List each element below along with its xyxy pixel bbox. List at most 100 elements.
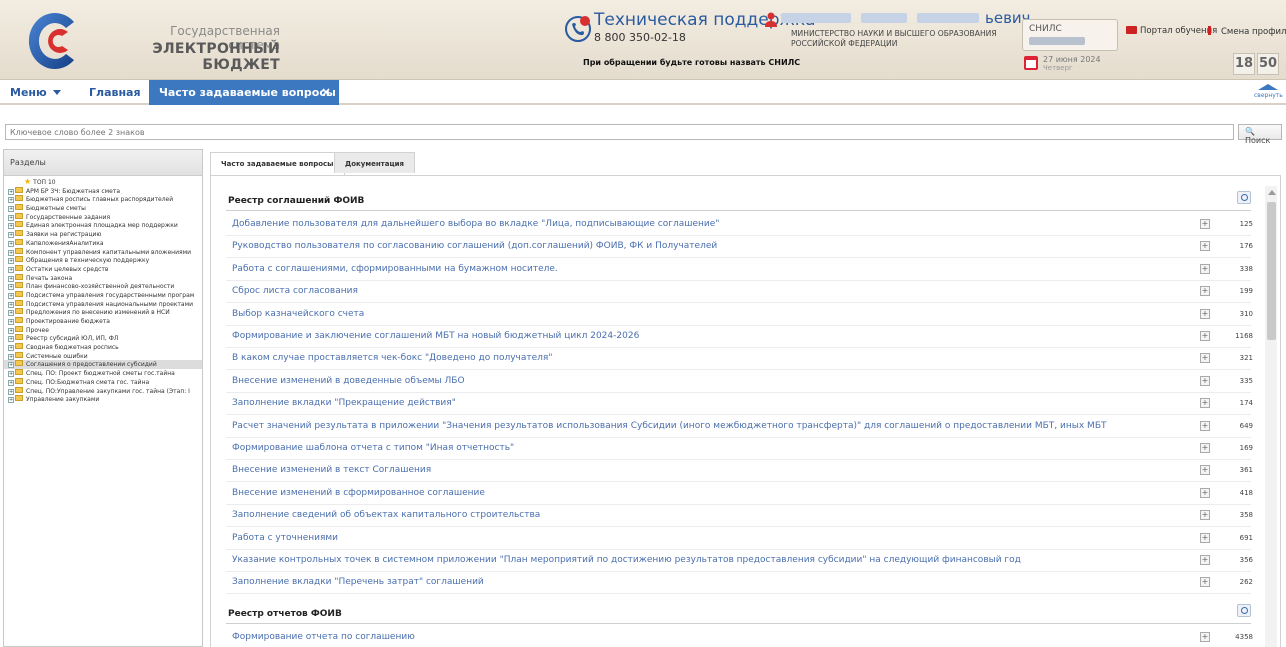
expand-icon[interactable]: + [8,327,14,334]
close-icon[interactable]: × [321,85,331,99]
tree-item[interactable]: + План финансово-хозяйственной деятельнос… [4,282,202,291]
tree-item[interactable]: + Проектирование бюджета [4,317,202,326]
faq-link[interactable]: Заполнение вкладки "Перечень затрат" сог… [232,577,484,587]
expand-icon[interactable]: + [1200,398,1210,409]
expand-icon[interactable]: + [8,223,14,230]
expand-icon[interactable]: + [8,206,14,213]
expand-icon[interactable]: + [1200,532,1210,543]
tree-item[interactable]: + Бюджетные сметы [4,204,202,213]
faq-link[interactable]: Выбор казначейского счета [232,309,364,319]
expand-icon[interactable]: + [8,345,14,352]
home-link[interactable]: Главная [89,86,141,99]
expand-icon[interactable]: + [8,232,14,239]
tab-faq[interactable]: Часто задаваемые вопросы × [149,80,339,105]
tab-documentation[interactable]: Документация [334,152,416,173]
expand-icon[interactable]: + [8,379,14,386]
expand-icon[interactable]: + [1200,577,1210,588]
change-profile-button[interactable]: Смена профиля [1208,26,1286,37]
tree-item[interactable]: + Реестр субсидий ЮЛ, ИП, ФЛ [4,334,202,343]
expand-icon[interactable]: + [1200,631,1210,642]
tree-item[interactable]: + Системные ошибки [4,351,202,361]
menu-dropdown[interactable]: Меню [10,86,61,99]
tree-item[interactable]: + Бюджетная роспись главных распорядителе… [4,195,202,204]
expand-icon[interactable]: + [1200,241,1210,252]
tree-item[interactable]: + Подсистема управления государственными … [4,290,202,300]
expand-icon[interactable]: + [8,353,14,360]
faq-link[interactable]: Внесение изменений в сформированное согл… [232,488,485,498]
expand-icon[interactable]: + [8,310,14,317]
expand-icon[interactable]: + [1200,308,1210,319]
expand-icon[interactable]: + [8,275,14,282]
expand-icon[interactable]: + [8,292,14,299]
expand-icon[interactable]: + [8,319,14,325]
expand-icon[interactable]: + [1200,263,1210,274]
expand-icon[interactable]: + [1200,331,1210,341]
faq-link[interactable]: Сброс листа согласования [232,286,358,296]
expand-icon[interactable]: + [8,240,14,247]
expand-icon[interactable]: + [8,301,14,308]
search-input[interactable] [5,124,1234,140]
expand-icon[interactable]: + [1200,219,1210,229]
tree-item[interactable]: + Заявки на регистрацию [4,230,202,239]
tree-item[interactable]: + Прочее [4,325,202,335]
expand-icon[interactable]: + [1200,286,1210,297]
tree-item[interactable]: + Компонент управления капитальными вложе… [4,247,202,257]
tree-item[interactable]: + Сводная бюджетная роспись [4,343,202,352]
expand-icon[interactable]: + [8,266,14,273]
tree-item[interactable]: + АРМ БР 3Ч: Бюджетная смета [4,186,202,196]
tree-item[interactable]: + Государственные задания [4,212,202,222]
faq-link[interactable]: Работа с уточнениями [232,533,338,543]
expand-icon[interactable]: + [8,336,14,343]
faq-link[interactable]: Формирование отчета по соглашению [232,632,415,642]
tree-item[interactable]: + Соглашения о предоставлении субсидий [4,360,202,370]
tree-item[interactable]: + Спец. ПО: Проект бюджетной сметы гос.та… [4,369,202,378]
tab-faq-content[interactable]: Часто задаваемые вопросы [210,152,345,175]
expand-icon[interactable]: + [8,362,14,369]
tree-item[interactable]: + КапвложенияАналитика [4,238,202,248]
expand-icon[interactable]: + [1200,375,1210,386]
search-button[interactable]: 🔍 Поиск [1238,124,1282,145]
tree-item[interactable]: + Спец. ПО:Бюджетная смета гос. тайна [4,377,202,387]
expand-icon[interactable]: + [1200,510,1210,521]
expand-icon[interactable]: + [8,188,14,195]
scroll-up-icon[interactable] [1268,190,1276,195]
expand-icon[interactable]: + [8,371,14,378]
faq-link[interactable]: Работа с соглашениями, сформированными н… [232,264,558,274]
expand-icon[interactable]: + [1200,420,1210,431]
faq-link[interactable]: Указание контрольных точек в системном п… [232,555,1021,565]
faq-link[interactable]: Заполнение вкладки "Прекращение действия… [232,398,456,408]
training-portal-button[interactable]: Портал обучения [1126,26,1217,36]
expand-icon[interactable]: + [8,197,14,204]
faq-link[interactable]: Внесение изменений в текст Соглашения [232,465,431,475]
expand-icon[interactable]: + [8,214,14,221]
faq-link[interactable]: Формирование и заключение соглашений МБТ… [232,331,639,341]
scrollbar-thumb[interactable] [1267,202,1276,340]
faq-link[interactable]: Руководство пользователя по согласованию… [232,241,717,251]
expand-icon[interactable]: + [1200,487,1210,498]
tree-item[interactable]: + Печать закона [4,273,202,283]
faq-link[interactable]: Внесение изменений в доведенные объемы Л… [232,376,465,386]
expand-icon[interactable]: + [1200,465,1210,476]
tree-item-top10[interactable]: ★ ТОП 10 [4,177,202,187]
tree-item[interactable]: + Предложения по внесению изменений в НСИ [4,308,202,317]
vertical-scrollbar[interactable] [1265,186,1277,647]
section-search-icon[interactable] [1237,603,1251,617]
expand-icon[interactable]: + [1200,443,1210,453]
expand-icon[interactable]: + [1200,555,1210,565]
expand-icon[interactable]: + [8,284,14,291]
faq-link[interactable]: Добавление пользователя для дальнейшего … [232,219,719,229]
tree-item[interactable]: + Управление закупками [4,395,202,404]
tree-item[interactable]: + Остатки целевых средств [4,264,202,274]
tree-item[interactable]: + Обращения в техническую поддержку [4,256,202,265]
collapse-header-button[interactable]: свернуть [1254,84,1283,102]
expand-icon[interactable]: + [8,258,14,265]
expand-icon[interactable]: + [8,388,14,395]
faq-link[interactable]: В каком случае проставляется чек-бокс "Д… [232,353,552,363]
section-search-icon[interactable] [1237,191,1251,204]
expand-icon[interactable]: + [8,397,14,404]
faq-link[interactable]: Формирование шаблона отчета с типом "Ина… [232,443,514,453]
faq-link[interactable]: Расчет значений результата в приложении … [232,421,1107,431]
tree-item[interactable]: + Подсистема управления национальными про… [4,299,202,309]
expand-icon[interactable]: + [1200,353,1210,364]
tree-item[interactable]: + Единая электронная площадка мер поддерж… [4,221,202,230]
